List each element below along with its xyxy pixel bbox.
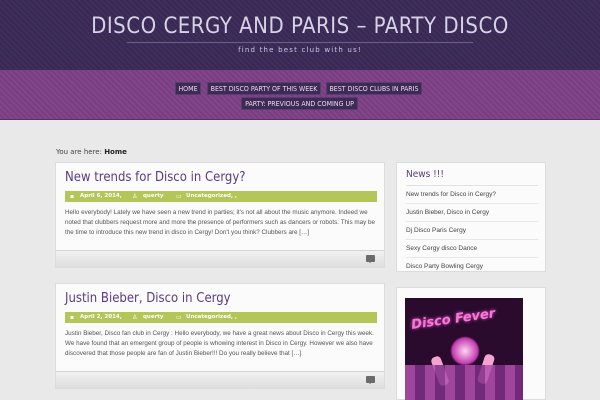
comment-icon[interactable]	[366, 376, 375, 384]
post-date[interactable]: April 2, 2014,	[80, 312, 122, 323]
post-meta-bar: ▪ April 6, 2014, ♙ querty ▭ Uncategorize…	[65, 191, 377, 202]
breadcrumb-current[interactable]: Home	[104, 148, 127, 156]
post-card: Justin Bieber, Disco in Cergy ▪ April 2,…	[55, 283, 385, 389]
image-widget: Disco Fever	[396, 287, 546, 400]
calendar-icon: ▪	[70, 193, 75, 200]
news-item[interactable]: Justin Bieber, Disco in Cergy	[406, 204, 538, 222]
author-icon: ♙	[132, 314, 138, 321]
post-footer	[56, 250, 384, 267]
poster-text: Disco Fever	[410, 306, 497, 333]
folder-icon: ▭	[176, 193, 182, 200]
post-author[interactable]: querty	[143, 191, 164, 202]
news-widget-title: News !!!	[406, 169, 444, 180]
dance-floor	[405, 365, 523, 400]
disco-fever-poster[interactable]: Disco Fever	[405, 298, 523, 400]
post-category[interactable]: Uncategorized, ,	[186, 191, 237, 202]
nav-item-best-clubs-paris[interactable]: BEST DISCO CLUBS IN PARIS	[326, 82, 422, 95]
post-card: New trends for Disco in Cergy? ▪ April 6…	[55, 162, 385, 268]
post-title[interactable]: New trends for Disco in Cergy?	[65, 170, 245, 185]
nav-item-best-party-week[interactable]: BEST DISCO PARTY OF THIS WEEK	[207, 82, 321, 95]
folder-icon: ▭	[176, 314, 182, 321]
post-excerpt: Justin Bieber, Disco fan club in Cergy :…	[65, 330, 374, 357]
disco-light	[450, 336, 480, 366]
nav-item-home[interactable]: HOME	[175, 82, 201, 95]
breadcrumb: You are here: Home	[56, 148, 127, 156]
news-item[interactable]: New trends for Disco in Cergy?	[406, 186, 538, 204]
breadcrumb-prefix: You are here:	[56, 148, 102, 156]
comment-icon[interactable]	[366, 255, 375, 263]
author-icon: ♙	[132, 193, 138, 200]
news-widget: News !!! New trends for Disco in Cergy? …	[396, 162, 546, 276]
news-item[interactable]: Dj Disco Paris Cergy	[406, 222, 538, 240]
site-tagline: find the best club with us!	[238, 46, 362, 54]
post-author[interactable]: querty	[143, 312, 164, 323]
post-category[interactable]: Uncategorized, ,	[186, 312, 237, 323]
title-divider	[127, 42, 473, 43]
post-footer	[56, 371, 384, 388]
news-list: New trends for Disco in Cergy? Justin Bi…	[406, 185, 538, 276]
nav-item-party-previous-coming[interactable]: PARTY: PREVIOUS AND COMING UP	[241, 97, 358, 110]
site-header: DISCO CERGY AND PARIS – PARTY DISCO find…	[0, 0, 600, 70]
post-meta-bar: ▪ April 2, 2014, ♙ querty ▭ Uncategorize…	[65, 312, 377, 323]
post-title[interactable]: Justin Bieber, Disco in Cergy	[65, 291, 231, 306]
post-date[interactable]: April 6, 2014,	[80, 191, 122, 202]
news-item[interactable]: Disco Party Bowling Cergy	[406, 258, 538, 276]
post-excerpt: Hello everybody! Lately we have seen a n…	[65, 209, 375, 236]
news-item[interactable]: Sexy Cergy disco Dance	[406, 240, 538, 258]
site-title[interactable]: DISCO CERGY AND PARIS – PARTY DISCO	[0, 14, 600, 39]
calendar-icon: ▪	[70, 314, 75, 321]
main-nav: HOME BEST DISCO PARTY OF THIS WEEK BEST …	[0, 70, 600, 120]
